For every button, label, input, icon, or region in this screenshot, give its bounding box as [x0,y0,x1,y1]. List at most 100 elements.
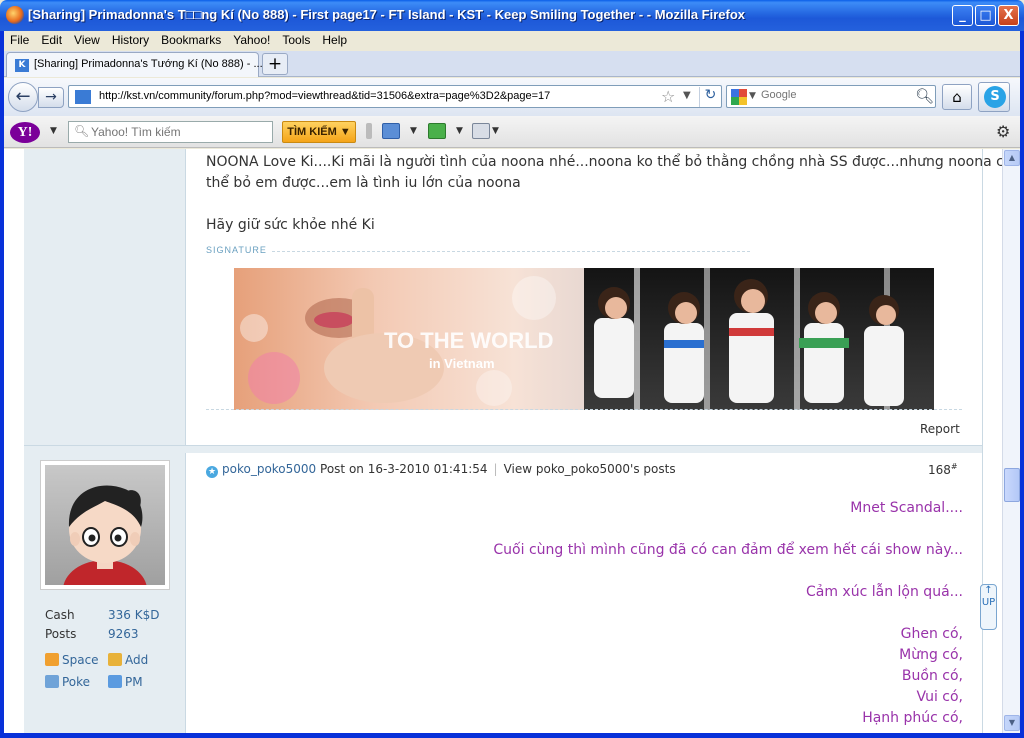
post-text-line: thể bỏ em được...em là tình iu lớn của n… [206,175,521,191]
close-button[interactable]: X [998,5,1019,26]
home-button[interactable]: ⌂ [942,84,972,110]
user-link-poke[interactable]: Poke [45,675,90,689]
url-text[interactable]: http://kst.vn/community/forum.php?mod=vi… [99,90,550,102]
web-search-box[interactable]: ▼ 🔍︎ [726,85,936,108]
forward-button[interactable]: → [38,87,64,108]
menu-help[interactable]: Help [316,31,353,49]
yahoo-logo-icon[interactable]: Y! [10,122,40,143]
widget-dropdown-icon[interactable]: ▼ [456,126,463,136]
maximize-button[interactable]: □ [975,5,996,26]
back-to-top-button[interactable]: ↑ UP [980,584,997,630]
yahoo-toolbar: Y! ▼ 🔍︎ TÌM KIẾM ▼ ▼ ▼ ▼ ⚙ [4,116,1020,148]
widget-icon[interactable] [428,123,446,139]
reload-icon[interactable]: ↻ [699,87,721,107]
signature-divider [272,251,750,252]
post-text-line: Vui có, [916,689,963,705]
post-author-link[interactable]: poko_poko5000 [222,462,316,476]
site-favicon-icon: K [15,59,29,72]
skype-button[interactable]: S [978,82,1010,112]
yahoo-search-button[interactable]: TÌM KIẾM ▼ [282,121,356,143]
menu-file[interactable]: File [4,31,35,49]
yahoo-search-input[interactable] [91,125,269,139]
scroll-down-arrow-icon[interactable]: ▼ [1004,715,1020,731]
engine-dropdown-icon[interactable]: ▼ [749,91,756,101]
tab-bar: K [Sharing] Primadonna's Tướng Kí (No 88… [4,51,1020,77]
bookmark-star-icon[interactable]: ☆ [661,87,675,106]
post-separator [24,445,982,453]
avatar[interactable] [40,460,170,590]
menu-bookmarks[interactable]: Bookmarks [155,31,227,49]
post-text-line: Mừng có, [899,647,963,663]
report-link[interactable]: Report [920,422,960,436]
stat-value-cash: 336 K$D [108,608,160,622]
online-status-icon: ★ [206,466,218,478]
pages-dropdown-icon[interactable]: ▼ [492,126,499,136]
yahoo-search-box[interactable]: 🔍︎ [68,121,273,143]
user-link-label: Space [62,653,99,667]
forward-arrow-icon: → [45,89,57,105]
firefox-logo-icon [6,6,24,24]
settings-gear-icon[interactable]: ⚙ [996,122,1010,141]
back-button[interactable]: ← [8,82,38,112]
mail-dropdown-icon[interactable]: ▼ [410,126,417,136]
post-text-line: Buồn có, [901,668,963,684]
view-author-posts-link[interactable]: View poko_poko5000's posts [504,462,676,476]
home-icon: ⌂ [952,88,962,106]
yahoo-dropdown-icon[interactable]: ▼ [50,126,57,136]
window-title: [Sharing] Primadonna's T□□ng Kí (No 888)… [28,7,746,22]
page-content: NOONA Love Ki....Ki mãi là người tình củ… [4,149,1002,733]
stat-value-posts[interactable]: 9263 [108,627,139,641]
toolbar-separator [366,123,372,139]
handshake-icon [108,653,122,666]
signature-bottom-divider [206,409,962,410]
navigation-toolbar: ← → http://kst.vn/community/forum.php?mo… [4,78,1020,116]
skype-icon: S [984,86,1006,108]
menu-bar: File Edit View History Bookmarks Yahoo! Tools H… [4,31,1020,51]
user-link-pm[interactable]: PM [108,675,143,689]
address-bar[interactable]: http://kst.vn/community/forum.php?mod=vi… [68,85,722,108]
scrollbar-thumb[interactable] [1004,468,1020,502]
menu-history[interactable]: History [106,31,155,49]
poke-icon [45,675,59,688]
envelope-icon [108,675,122,688]
post-right-gutter [982,149,1002,733]
post-text-line: NOONA Love Ki....Ki mãi là người tình củ… [206,154,1002,170]
window-frame-right [1020,31,1024,738]
signature-banner-image: TO THE WORLD in Vietnam [234,268,934,410]
yahoo-search-button-label: TÌM KIẾM [287,126,337,138]
site-favicon-icon [75,90,91,104]
vertical-scrollbar[interactable]: ▲ ▼ [1002,149,1020,733]
url-dropdown-icon[interactable]: ▼ [683,90,691,101]
menu-edit[interactable]: Edit [35,31,68,49]
minimize-button[interactable]: _ [952,5,973,26]
post-number-value: 168 [928,463,951,477]
user-info-column [24,149,186,733]
web-search-input[interactable] [761,89,911,101]
post-text-line: Mnet Scandal.... [850,500,963,516]
post-number[interactable]: 168# [928,462,958,477]
pages-icon[interactable] [472,123,490,139]
scroll-up-arrow-icon[interactable]: ▲ [1004,150,1020,166]
search-icon: 🔍︎ [74,124,90,138]
post-timestamp: Post on 16-3-2010 01:41:54 [320,462,488,476]
tab-active[interactable]: K [Sharing] Primadonna's Tướng Kí (No 88… [6,52,263,77]
window-titlebar[interactable]: [Sharing] Primadonna's T□□ng Kí (No 888)… [0,0,1024,31]
post-number-hash: # [950,462,958,471]
google-engine-icon[interactable] [731,89,747,105]
user-link-add-friend[interactable]: Add [108,653,148,667]
new-tab-button[interactable]: + [262,53,288,75]
menu-tools[interactable]: Tools [276,31,316,49]
user-link-label: Add [125,653,149,667]
tab-title: [Sharing] Primadonna's Tướng Kí (No 888)… [34,58,263,70]
menu-yahoo[interactable]: Yahoo! [227,31,276,49]
mail-icon[interactable] [382,123,400,139]
meta-divider: | [493,462,498,476]
search-icon[interactable]: 🔍︎ [915,87,934,105]
post-text-line: Cảm xúc lẫn lộn quá... [805,584,963,600]
post-text-line: Hãy giữ sức khỏe nhé Ki [206,217,375,233]
post-text-line: Hạnh phúc có, [862,710,963,726]
menu-view[interactable]: View [68,31,106,49]
user-link-space[interactable]: Space [45,653,99,667]
home-icon [45,653,59,666]
back-arrow-icon: ← [15,86,31,107]
